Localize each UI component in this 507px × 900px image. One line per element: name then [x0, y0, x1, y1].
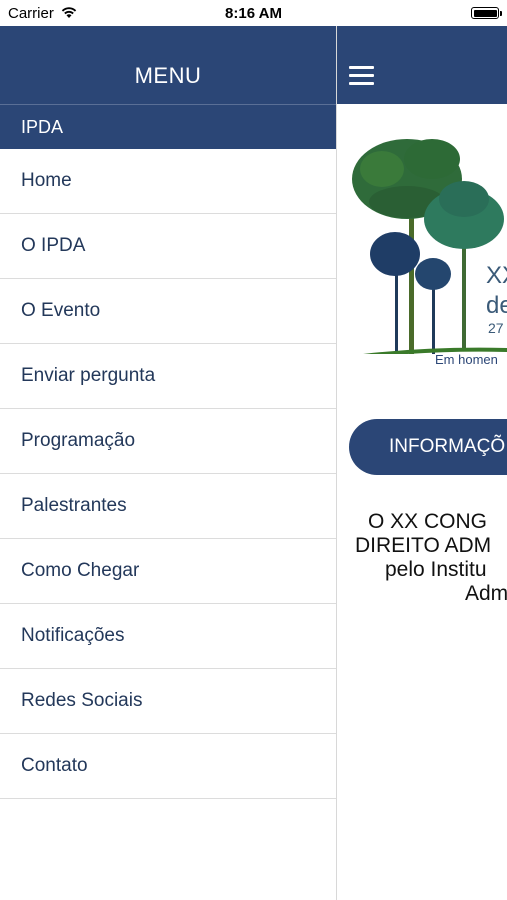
menu-item-programacao[interactable]: Programação — [0, 409, 336, 474]
menu-item-o-evento[interactable]: O Evento — [0, 279, 336, 344]
menu-item-palestrantes[interactable]: Palestrantes — [0, 474, 336, 539]
hamburger-menu-icon[interactable] — [349, 66, 374, 86]
menu-item-enviar-pergunta[interactable]: Enviar pergunta — [0, 344, 336, 409]
menu-item-redes-sociais[interactable]: Redes Sociais — [0, 669, 336, 734]
event-logo: XX de 27 Em homen — [337, 104, 507, 394]
menu-item-contato[interactable]: Contato — [0, 734, 336, 799]
nav-bar — [337, 26, 507, 104]
logo-tribute: Em homen — [435, 352, 498, 367]
logo-title-line2: de — [486, 292, 507, 319]
main-content: XX de 27 Em homen INFORMAÇÕ O XX CONG DI… — [337, 26, 507, 900]
intro-line-1: O XX CONG — [368, 510, 488, 533]
battery-icon — [471, 7, 499, 19]
battery-tip-icon — [500, 11, 502, 16]
menu-section-header: IPDA — [0, 104, 336, 149]
menu-item-o-ipda[interactable]: O IPDA — [0, 214, 336, 279]
menu-list: Home O IPDA O Evento Enviar pergunta Pro… — [0, 149, 336, 799]
menu-item-como-chegar[interactable]: Como Chegar — [0, 539, 336, 604]
informacoes-button[interactable]: INFORMAÇÕ — [349, 419, 507, 475]
side-menu: MENU IPDA Home O IPDA O Evento Enviar pe… — [0, 26, 337, 900]
intro-line-3: pelo Institu — [385, 558, 487, 581]
status-bar: Carrier 8:16 AM — [0, 0, 507, 26]
menu-item-home[interactable]: Home — [0, 149, 336, 214]
intro-line-2: DIREITO ADM — [355, 534, 492, 557]
araucaria-trees-logo — [352, 139, 507, 354]
clock: 8:16 AM — [225, 5, 282, 22]
menu-title: MENU — [0, 26, 336, 104]
menu-item-notificacoes[interactable]: Notificações — [0, 604, 336, 669]
logo-date: 27 — [488, 320, 504, 336]
intro-text: O XX CONG DIREITO ADM pelo Institu Adm — [337, 510, 507, 606]
logo-title-line1: XX — [486, 262, 507, 289]
intro-line-4: Adm — [465, 582, 507, 605]
